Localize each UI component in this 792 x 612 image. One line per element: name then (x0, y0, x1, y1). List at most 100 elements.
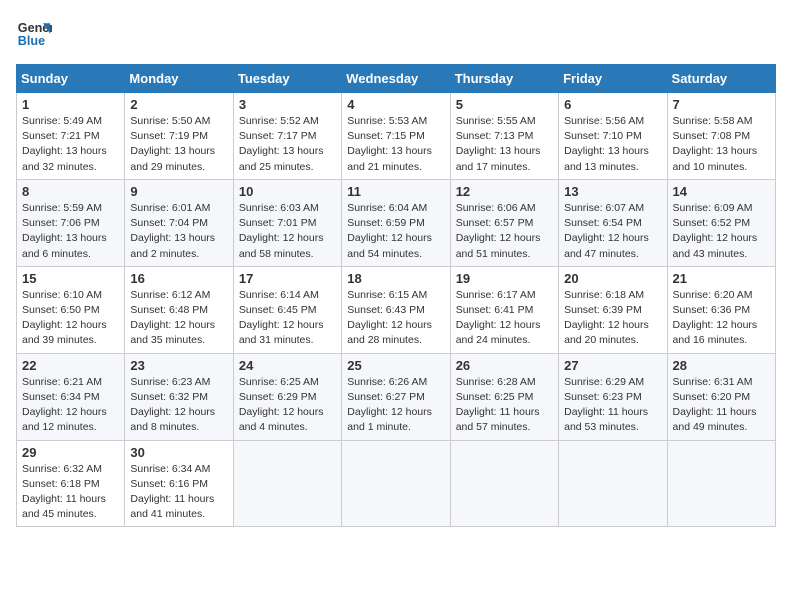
day-number: 25 (347, 358, 444, 373)
day-detail: Sunrise: 6:18 AMSunset: 6:39 PMDaylight:… (564, 289, 649, 347)
calendar-cell: 13 Sunrise: 6:07 AMSunset: 6:54 PMDaylig… (559, 179, 667, 266)
day-detail: Sunrise: 5:52 AMSunset: 7:17 PMDaylight:… (239, 115, 324, 173)
logo-icon: General Blue (16, 16, 52, 52)
header-sunday: Sunday (17, 65, 125, 93)
header-monday: Monday (125, 65, 233, 93)
calendar-cell: 27 Sunrise: 6:29 AMSunset: 6:23 PMDaylig… (559, 353, 667, 440)
day-detail: Sunrise: 6:28 AMSunset: 6:25 PMDaylight:… (456, 376, 540, 434)
header-friday: Friday (559, 65, 667, 93)
header-wednesday: Wednesday (342, 65, 450, 93)
day-detail: Sunrise: 6:10 AMSunset: 6:50 PMDaylight:… (22, 289, 107, 347)
calendar: SundayMondayTuesdayWednesdayThursdayFrid… (16, 64, 776, 527)
day-detail: Sunrise: 6:14 AMSunset: 6:45 PMDaylight:… (239, 289, 324, 347)
day-detail: Sunrise: 6:04 AMSunset: 6:59 PMDaylight:… (347, 202, 432, 260)
day-detail: Sunrise: 5:59 AMSunset: 7:06 PMDaylight:… (22, 202, 107, 260)
day-number: 13 (564, 184, 661, 199)
calendar-cell: 4 Sunrise: 5:53 AMSunset: 7:15 PMDayligh… (342, 93, 450, 180)
day-detail: Sunrise: 6:29 AMSunset: 6:23 PMDaylight:… (564, 376, 648, 434)
day-number: 2 (130, 97, 227, 112)
day-number: 21 (673, 271, 770, 286)
day-number: 15 (22, 271, 119, 286)
calendar-cell: 18 Sunrise: 6:15 AMSunset: 6:43 PMDaylig… (342, 266, 450, 353)
day-detail: Sunrise: 6:17 AMSunset: 6:41 PMDaylight:… (456, 289, 541, 347)
day-number: 5 (456, 97, 553, 112)
calendar-cell: 19 Sunrise: 6:17 AMSunset: 6:41 PMDaylig… (450, 266, 558, 353)
calendar-cell (450, 440, 558, 527)
day-detail: Sunrise: 6:15 AMSunset: 6:43 PMDaylight:… (347, 289, 432, 347)
calendar-cell: 3 Sunrise: 5:52 AMSunset: 7:17 PMDayligh… (233, 93, 341, 180)
calendar-cell: 12 Sunrise: 6:06 AMSunset: 6:57 PMDaylig… (450, 179, 558, 266)
calendar-cell: 21 Sunrise: 6:20 AMSunset: 6:36 PMDaylig… (667, 266, 775, 353)
day-detail: Sunrise: 6:25 AMSunset: 6:29 PMDaylight:… (239, 376, 324, 434)
day-detail: Sunrise: 5:55 AMSunset: 7:13 PMDaylight:… (456, 115, 541, 173)
calendar-cell: 2 Sunrise: 5:50 AMSunset: 7:19 PMDayligh… (125, 93, 233, 180)
calendar-cell (667, 440, 775, 527)
calendar-cell: 24 Sunrise: 6:25 AMSunset: 6:29 PMDaylig… (233, 353, 341, 440)
day-number: 7 (673, 97, 770, 112)
calendar-cell: 8 Sunrise: 5:59 AMSunset: 7:06 PMDayligh… (17, 179, 125, 266)
day-number: 9 (130, 184, 227, 199)
day-detail: Sunrise: 6:31 AMSunset: 6:20 PMDaylight:… (673, 376, 757, 434)
day-detail: Sunrise: 6:06 AMSunset: 6:57 PMDaylight:… (456, 202, 541, 260)
calendar-cell (233, 440, 341, 527)
calendar-cell: 23 Sunrise: 6:23 AMSunset: 6:32 PMDaylig… (125, 353, 233, 440)
calendar-cell: 16 Sunrise: 6:12 AMSunset: 6:48 PMDaylig… (125, 266, 233, 353)
day-number: 26 (456, 358, 553, 373)
svg-text:Blue: Blue (18, 34, 45, 48)
day-number: 20 (564, 271, 661, 286)
calendar-cell: 20 Sunrise: 6:18 AMSunset: 6:39 PMDaylig… (559, 266, 667, 353)
calendar-cell: 29 Sunrise: 6:32 AMSunset: 6:18 PMDaylig… (17, 440, 125, 527)
day-number: 23 (130, 358, 227, 373)
calendar-cell: 15 Sunrise: 6:10 AMSunset: 6:50 PMDaylig… (17, 266, 125, 353)
calendar-cell: 9 Sunrise: 6:01 AMSunset: 7:04 PMDayligh… (125, 179, 233, 266)
day-number: 30 (130, 445, 227, 460)
calendar-week-4: 22 Sunrise: 6:21 AMSunset: 6:34 PMDaylig… (17, 353, 776, 440)
day-number: 6 (564, 97, 661, 112)
day-detail: Sunrise: 5:49 AMSunset: 7:21 PMDaylight:… (22, 115, 107, 173)
day-number: 24 (239, 358, 336, 373)
day-number: 11 (347, 184, 444, 199)
page-header: General Blue (16, 16, 776, 52)
day-number: 8 (22, 184, 119, 199)
calendar-week-5: 29 Sunrise: 6:32 AMSunset: 6:18 PMDaylig… (17, 440, 776, 527)
calendar-cell: 10 Sunrise: 6:03 AMSunset: 7:01 PMDaylig… (233, 179, 341, 266)
day-detail: Sunrise: 6:07 AMSunset: 6:54 PMDaylight:… (564, 202, 649, 260)
calendar-week-3: 15 Sunrise: 6:10 AMSunset: 6:50 PMDaylig… (17, 266, 776, 353)
day-number: 14 (673, 184, 770, 199)
day-detail: Sunrise: 5:50 AMSunset: 7:19 PMDaylight:… (130, 115, 215, 173)
day-number: 4 (347, 97, 444, 112)
calendar-header-row: SundayMondayTuesdayWednesdayThursdayFrid… (17, 65, 776, 93)
day-number: 10 (239, 184, 336, 199)
calendar-cell: 25 Sunrise: 6:26 AMSunset: 6:27 PMDaylig… (342, 353, 450, 440)
calendar-cell: 1 Sunrise: 5:49 AMSunset: 7:21 PMDayligh… (17, 93, 125, 180)
calendar-cell: 11 Sunrise: 6:04 AMSunset: 6:59 PMDaylig… (342, 179, 450, 266)
calendar-week-1: 1 Sunrise: 5:49 AMSunset: 7:21 PMDayligh… (17, 93, 776, 180)
calendar-cell: 5 Sunrise: 5:55 AMSunset: 7:13 PMDayligh… (450, 93, 558, 180)
calendar-cell: 30 Sunrise: 6:34 AMSunset: 6:16 PMDaylig… (125, 440, 233, 527)
day-detail: Sunrise: 6:32 AMSunset: 6:18 PMDaylight:… (22, 463, 106, 521)
day-detail: Sunrise: 6:26 AMSunset: 6:27 PMDaylight:… (347, 376, 432, 434)
day-number: 16 (130, 271, 227, 286)
day-number: 27 (564, 358, 661, 373)
logo: General Blue (16, 16, 52, 52)
day-detail: Sunrise: 5:56 AMSunset: 7:10 PMDaylight:… (564, 115, 649, 173)
day-detail: Sunrise: 6:21 AMSunset: 6:34 PMDaylight:… (22, 376, 107, 434)
day-number: 3 (239, 97, 336, 112)
calendar-week-2: 8 Sunrise: 5:59 AMSunset: 7:06 PMDayligh… (17, 179, 776, 266)
day-detail: Sunrise: 5:58 AMSunset: 7:08 PMDaylight:… (673, 115, 758, 173)
calendar-cell (342, 440, 450, 527)
header-saturday: Saturday (667, 65, 775, 93)
header-tuesday: Tuesday (233, 65, 341, 93)
day-number: 17 (239, 271, 336, 286)
calendar-cell: 7 Sunrise: 5:58 AMSunset: 7:08 PMDayligh… (667, 93, 775, 180)
day-number: 19 (456, 271, 553, 286)
day-detail: Sunrise: 6:34 AMSunset: 6:16 PMDaylight:… (130, 463, 214, 521)
day-detail: Sunrise: 6:20 AMSunset: 6:36 PMDaylight:… (673, 289, 758, 347)
calendar-cell: 26 Sunrise: 6:28 AMSunset: 6:25 PMDaylig… (450, 353, 558, 440)
day-detail: Sunrise: 6:03 AMSunset: 7:01 PMDaylight:… (239, 202, 324, 260)
day-detail: Sunrise: 6:23 AMSunset: 6:32 PMDaylight:… (130, 376, 215, 434)
day-number: 29 (22, 445, 119, 460)
day-detail: Sunrise: 6:12 AMSunset: 6:48 PMDaylight:… (130, 289, 215, 347)
header-thursday: Thursday (450, 65, 558, 93)
calendar-cell: 22 Sunrise: 6:21 AMSunset: 6:34 PMDaylig… (17, 353, 125, 440)
